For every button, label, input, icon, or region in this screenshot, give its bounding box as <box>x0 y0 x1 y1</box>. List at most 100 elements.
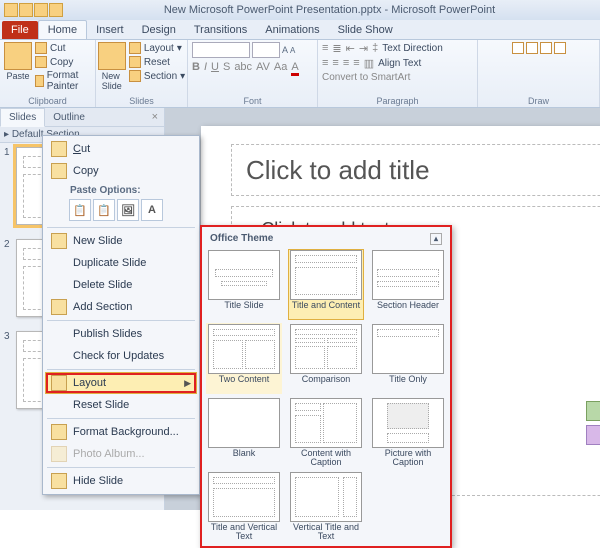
group-label-font: Font <box>243 95 261 107</box>
tab-design[interactable]: Design <box>133 21 185 39</box>
align-center-button[interactable]: ≡ <box>332 57 338 70</box>
font-name-select[interactable] <box>192 42 250 58</box>
ribbon-tabs: File Home Insert Design Transitions Anim… <box>0 20 600 40</box>
group-label-clipboard: Clipboard <box>28 95 67 107</box>
indent-inc-button[interactable]: ⇥ <box>359 42 368 55</box>
reset-button[interactable]: Reset <box>129 56 185 68</box>
insert-table-icon[interactable] <box>586 401 600 421</box>
ctx-layout[interactable]: Layout▶ <box>45 372 197 394</box>
layout-title-slide[interactable]: Title Slide <box>206 249 282 320</box>
text-direction-button[interactable]: Text Direction <box>382 42 443 55</box>
justify-button[interactable]: ≡ <box>353 57 359 70</box>
tab-file[interactable]: File <box>2 21 38 39</box>
insert-picture-icon[interactable] <box>586 425 600 445</box>
convert-smartart-button[interactable]: Convert to SmartArt <box>322 72 410 83</box>
gallery-scroll-up[interactable]: ▴ <box>430 233 442 245</box>
layout-gallery: Office Theme ▴ Title Slide Title and Cont… <box>200 225 452 548</box>
layout-comparison[interactable]: Comparison <box>288 323 364 394</box>
new-slide-icon <box>51 233 67 249</box>
grow-font-button[interactable]: A <box>282 45 288 55</box>
paste-opt-keep-source[interactable]: 📋 <box>93 199 115 221</box>
layout-two-content[interactable]: Two Content <box>206 323 282 394</box>
ctx-delete-slide[interactable]: Delete Slide <box>45 274 197 296</box>
outline-tab[interactable]: Outline <box>45 109 93 126</box>
layout-title-vertical-text[interactable]: Title and Vertical Text <box>206 471 282 542</box>
reset-icon <box>129 56 141 68</box>
tab-animations[interactable]: Animations <box>256 21 328 39</box>
linespace-button[interactable]: ‡ <box>372 42 378 55</box>
italic-button[interactable]: I <box>204 61 207 76</box>
hide-slide-icon <box>51 473 67 489</box>
tab-transitions[interactable]: Transitions <box>185 21 256 39</box>
new-slide-button[interactable]: New Slide <box>98 42 126 91</box>
ctx-copy[interactable]: Copy <box>45 160 197 182</box>
columns-button[interactable]: ▥ <box>364 57 374 70</box>
slides-tab[interactable]: Slides <box>0 108 45 127</box>
ctx-format-background[interactable]: Format Background... <box>45 421 197 443</box>
format-painter-button[interactable]: Format Painter <box>35 70 91 92</box>
layout-section-header[interactable]: Section Header <box>370 249 446 320</box>
paste-opt-picture[interactable]: 🖼 <box>117 199 139 221</box>
qat-undo-icon[interactable] <box>34 3 48 17</box>
ribbon: Paste Cut Copy Format Painter Clipboard … <box>0 40 600 108</box>
paste-button[interactable]: Paste <box>4 42 32 81</box>
underline-button[interactable]: U <box>211 61 219 76</box>
font-color-button[interactable]: A <box>291 61 298 76</box>
layout-title-and-content[interactable]: Title and Content <box>288 249 364 320</box>
ctx-duplicate-slide[interactable]: Duplicate Slide <box>45 252 197 274</box>
shrink-font-button[interactable]: A <box>290 46 295 55</box>
copy-button[interactable]: Copy <box>35 56 91 68</box>
qat-redo-icon[interactable] <box>49 3 63 17</box>
layout-picture-caption[interactable]: Picture with Caption <box>370 397 446 468</box>
section-button[interactable]: Section ▾ <box>129 70 185 82</box>
group-label-drawing: Draw <box>528 95 549 107</box>
shape-line-icon[interactable] <box>554 42 566 54</box>
layout-icon <box>51 375 67 391</box>
cut-icon <box>51 141 67 157</box>
bullets-button[interactable]: ≡ <box>322 42 328 55</box>
layout-button[interactable]: Layout ▾ <box>129 42 185 54</box>
ctx-new-slide[interactable]: New Slide <box>45 230 197 252</box>
bold-button[interactable]: B <box>192 61 200 76</box>
tab-slideshow[interactable]: Slide Show <box>329 21 402 39</box>
gallery-header: Office Theme <box>210 233 273 245</box>
paste-opt-dest-theme[interactable]: 📋 <box>69 199 91 221</box>
numbering-button[interactable]: ≣ <box>332 42 341 55</box>
case-button[interactable]: Aa <box>274 61 287 76</box>
align-right-button[interactable]: ≡ <box>343 57 349 70</box>
paste-opt-text[interactable]: A <box>141 199 163 221</box>
ctx-add-section[interactable]: Add Section <box>45 296 197 318</box>
copy-icon <box>35 56 47 68</box>
group-label-slides: Slides <box>129 95 154 107</box>
shape-arrow-icon[interactable] <box>540 42 552 54</box>
shape-oval-icon[interactable] <box>526 42 538 54</box>
title-bar: New Microsoft PowerPoint Presentation.pp… <box>0 0 600 20</box>
ctx-cut[interactable]: Cut <box>45 138 197 160</box>
context-menu: Cut Copy Paste Options: 📋 📋 🖼 A New Slid… <box>42 135 200 495</box>
qat-save-icon[interactable] <box>19 3 33 17</box>
charspace-button[interactable]: AV <box>256 61 270 76</box>
shadow-button[interactable]: abc <box>234 61 252 76</box>
ctx-hide-slide[interactable]: Hide Slide <box>45 470 197 492</box>
shape-rect-icon[interactable] <box>512 42 524 54</box>
align-text-button[interactable]: Align Text <box>378 57 421 70</box>
section-icon <box>129 70 141 82</box>
app-icon <box>4 3 18 17</box>
font-size-select[interactable] <box>252 42 280 58</box>
layout-vertical-title-text[interactable]: Vertical Title and Text <box>288 471 364 542</box>
layout-content-caption[interactable]: Content with Caption <box>288 397 364 468</box>
close-pane-button[interactable]: × <box>146 109 164 125</box>
tab-insert[interactable]: Insert <box>87 21 133 39</box>
ctx-publish-slides[interactable]: Publish Slides <box>45 323 197 345</box>
layout-blank[interactable]: Blank <box>206 397 282 468</box>
layout-title-only[interactable]: Title Only <box>370 323 446 394</box>
copy-icon <box>51 163 67 179</box>
tab-home[interactable]: Home <box>38 20 87 39</box>
ctx-check-updates[interactable]: Check for Updates <box>45 345 197 367</box>
title-placeholder[interactable]: Click to add title <box>231 144 600 196</box>
cut-button[interactable]: Cut <box>35 42 91 54</box>
ctx-reset-slide[interactable]: Reset Slide <box>45 394 197 416</box>
strike-button[interactable]: S <box>223 61 230 76</box>
indent-dec-button[interactable]: ⇤ <box>346 42 355 55</box>
align-left-button[interactable]: ≡ <box>322 57 328 70</box>
